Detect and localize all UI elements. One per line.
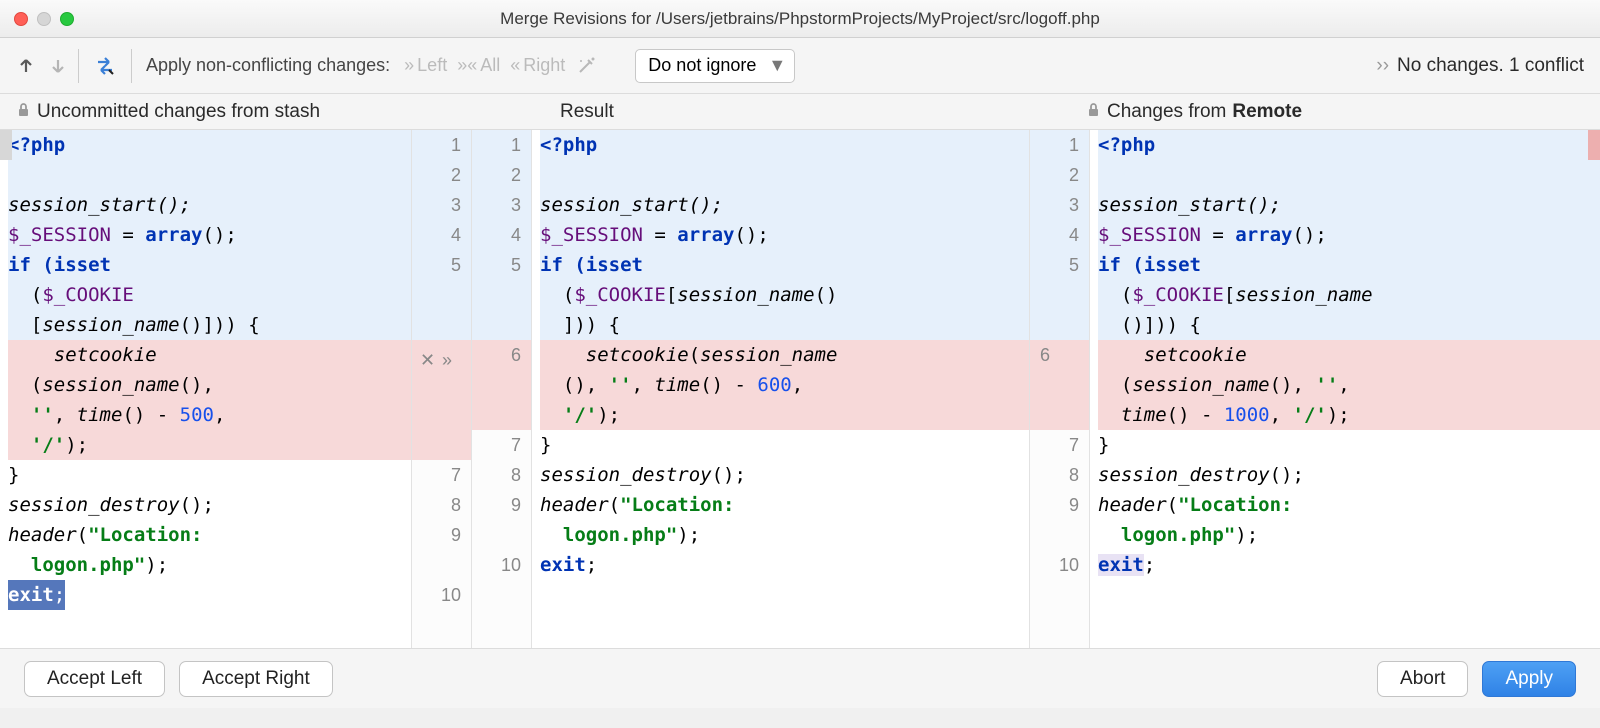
mid-column-header: Result (412, 101, 692, 123)
code-line: header("Location: (1098, 490, 1304, 520)
code-line: setcookie (8, 340, 157, 370)
code-line: exit; (1098, 550, 1155, 580)
prev-diff-icon[interactable] (16, 56, 36, 76)
code-line: logon.php"); (1098, 520, 1258, 550)
code-line: if (isset (540, 250, 643, 280)
lock-icon (1086, 101, 1101, 123)
code-line: header("Location: (8, 520, 214, 550)
right-pane: <?php session_start(); $_SESSION = array… (1090, 130, 1600, 648)
code-line: } (8, 460, 19, 490)
code-line: setcookie(session_name (540, 340, 837, 370)
code-line: if (isset (8, 250, 111, 280)
code-line: if (isset (1098, 250, 1201, 280)
code-line-selected: exit; (8, 580, 65, 610)
left-pane: <?php session_start(); $_SESSION = array… (0, 130, 412, 648)
code-line: logon.php"); (540, 520, 700, 550)
code-line: exit; (540, 550, 597, 580)
code-line: ($_COOKIE[session_name (1098, 280, 1373, 310)
code-line: [session_name()])) { (8, 310, 260, 340)
code-line: } (1098, 430, 1109, 460)
code-line: (session_name(), (8, 370, 214, 400)
code-line: header("Location: (540, 490, 746, 520)
code-line: } (540, 430, 551, 460)
apply-right-button[interactable]: «Right (510, 55, 565, 76)
code-line: time() - 1000, '/'); (1098, 400, 1350, 430)
left-column-header: Uncommitted changes from stash (0, 101, 412, 123)
code-line: session_start(); (540, 190, 723, 220)
code-line: (), '', time() - 600, (540, 370, 803, 400)
apply-nonconflict-label: Apply non-conflicting changes: (146, 55, 390, 76)
code-line: ($_COOKIE (8, 280, 134, 310)
left-gutter: 1 2 3 4 5 ✕» 7 8 9 10 (412, 130, 472, 648)
ignore-dropdown[interactable]: Do not ignore ▼ (635, 49, 795, 83)
next-diff-icon[interactable] (48, 56, 68, 76)
merge-panes: <?php session_start(); $_SESSION = array… (0, 130, 1600, 648)
code-line: session_start(); (1098, 190, 1281, 220)
magic-resolve-icon[interactable] (575, 55, 597, 77)
apply-all-button[interactable]: »«All (457, 55, 500, 76)
right-column-header: Changes from Remote (692, 101, 1600, 123)
code-line: setcookie (1098, 340, 1247, 370)
code-line: ()])) { (1098, 310, 1201, 340)
chevron-icon: ›› (1376, 55, 1389, 77)
code-line: logon.php"); (8, 550, 168, 580)
code-line: <?php (1098, 130, 1155, 160)
code-line: ($_COOKIE[session_name() (540, 280, 837, 310)
code-line: session_destroy(); (1098, 460, 1304, 490)
code-line: '/'); (8, 430, 88, 460)
accept-left-button[interactable]: Accept Left (24, 661, 165, 697)
mid-left-gutter: 1 2 3 4 5 6 7 8 9 10 (472, 130, 532, 648)
column-headers-row: Uncommitted changes from stash Result Ch… (0, 94, 1600, 130)
accept-right-button[interactable]: Accept Right (179, 661, 333, 697)
nav-arrows (16, 49, 79, 83)
code-line: session_destroy(); (540, 460, 746, 490)
result-pane[interactable]: <?php session_start(); $_SESSION = array… (532, 130, 1030, 648)
apply-links: »Left »«All «Right (404, 55, 597, 77)
swap-group (93, 49, 132, 83)
abort-button[interactable]: Abort (1377, 661, 1468, 697)
ignore-dropdown-value: Do not ignore (648, 55, 756, 76)
code-line: session_start(); (8, 190, 191, 220)
code-line: '', time() - 500, (8, 400, 225, 430)
code-line: ])) { (540, 310, 620, 340)
code-line: <?php (8, 130, 65, 160)
mid-right-gutter: 1 2 3 4 5 6 7 8 9 10 (1030, 130, 1090, 648)
apply-button[interactable]: Apply (1482, 661, 1576, 697)
apply-left-button[interactable]: »Left (404, 55, 447, 76)
code-line: (session_name(), '', (1098, 370, 1350, 400)
code-line: '/'); (540, 400, 620, 430)
window-title: Merge Revisions for /Users/jetbrains/Php… (0, 9, 1600, 29)
status-text: ›› No changes. 1 conflict (1376, 55, 1584, 77)
toolbar: Apply non-conflicting changes: »Left »«A… (0, 38, 1600, 94)
code-line: session_destroy(); (8, 490, 214, 520)
code-line: <?php (540, 130, 597, 160)
chevron-down-icon: ▼ (768, 55, 786, 76)
titlebar: Merge Revisions for /Users/jetbrains/Php… (0, 0, 1600, 38)
bottom-bar: Accept Left Accept Right Abort Apply (0, 648, 1600, 708)
lock-icon (16, 101, 31, 123)
swap-panels-icon[interactable] (93, 55, 117, 77)
